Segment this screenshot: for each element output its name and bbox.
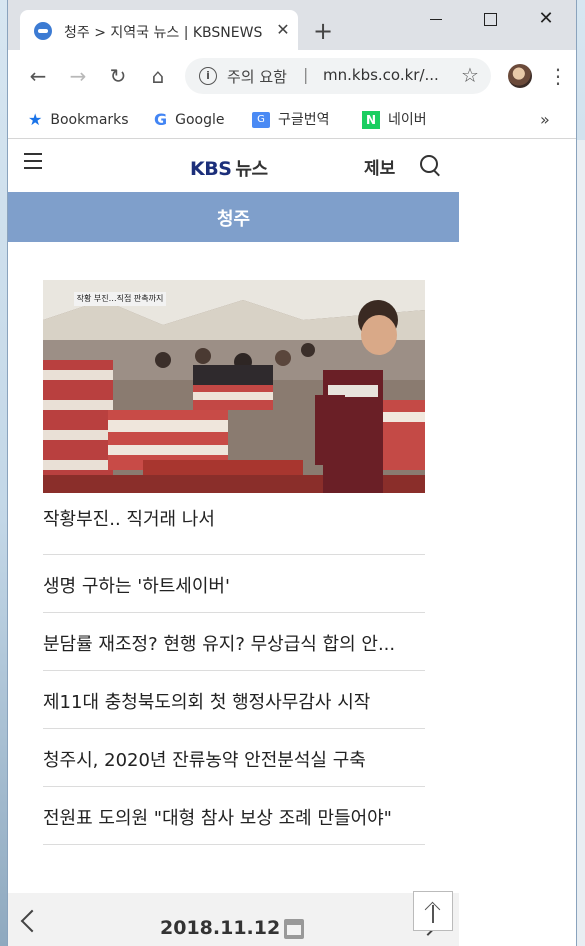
minimize-button[interactable] [416, 6, 456, 32]
kbs-news-logo[interactable]: KBS 뉴스 [190, 155, 268, 181]
new-tab-button[interactable]: + [310, 18, 336, 44]
star-icon: ★ [28, 110, 43, 129]
active-tab[interactable]: 청주 > 지역국 뉴스 | KBSNEWS ✕ [20, 10, 298, 50]
maximize-button[interactable] [470, 6, 510, 32]
current-date: 2018.11.12 [160, 917, 281, 939]
address-bar[interactable]: i 주의 요함 | mn.kbs.co.kr/... ☆ [185, 58, 491, 94]
previous-date-arrow-icon[interactable] [20, 909, 44, 933]
region-title: 청주 [216, 209, 251, 230]
google-icon: G [154, 110, 168, 129]
divider [43, 670, 425, 671]
kbs-favicon-icon [34, 22, 52, 40]
bookmark-google[interactable]: G Google [154, 108, 225, 132]
site-header: KBS 뉴스 제보 [8, 139, 459, 192]
tab-title: 청주 > 지역국 뉴스 | KBSNEWS [64, 25, 263, 40]
minimize-icon [430, 19, 442, 20]
logo-suffix: 뉴스 [235, 159, 268, 180]
forward-button[interactable]: → [64, 62, 92, 90]
maximize-icon [483, 13, 497, 26]
url-text[interactable]: mn.kbs.co.kr/... [323, 66, 451, 84]
bookmark-google-translate[interactable]: G 구글번역 [252, 108, 330, 132]
photo-caption: 작황 부진…직접 판촉까지 [74, 292, 166, 306]
scroll-to-top-button[interactable] [413, 891, 453, 931]
report-link[interactable]: 제보 [364, 154, 395, 179]
news-list-item[interactable]: 청주시, 2020년 잔류농약 안전분석실 구축 [43, 746, 425, 772]
profile-avatar[interactable] [508, 64, 532, 88]
naver-icon: N [362, 111, 380, 129]
bookmark-naver[interactable]: N 네이버 [362, 108, 427, 132]
logo-text: KBS [190, 158, 232, 180]
window-close-button[interactable]: ✕ [526, 6, 566, 32]
security-warning: 주의 요함 [227, 68, 287, 86]
hamburger-menu-icon[interactable] [24, 153, 42, 169]
background-window-edge [575, 140, 585, 946]
news-list-item[interactable]: 분담률 재조정? 현행 유지? 무상급식 합의 안... [43, 630, 425, 656]
news-list-item[interactable]: 제11대 충청북도의회 첫 행정사무감사 시작 [43, 688, 425, 714]
divider [43, 844, 425, 845]
browser-toolbar: ← → ↻ ⌂ i 주의 요함 | mn.kbs.co.kr/... ☆ ⋮ [8, 50, 576, 102]
bookmark-label: Google [175, 112, 225, 128]
home-button[interactable]: ⌂ [144, 62, 172, 90]
bookmark-bookmarks[interactable]: ★ Bookmarks [28, 108, 129, 132]
market-scene-image [43, 280, 425, 493]
tab-strip: 청주 > 지역국 뉴스 | KBSNEWS ✕ + ✕ [8, 0, 576, 50]
featured-headline[interactable]: 작황부진.. 직거래 나서 [43, 505, 425, 531]
browser-window: 청주 > 지역국 뉴스 | KBSNEWS ✕ + ✕ ← → ↻ ⌂ i 주의… [8, 0, 576, 946]
google-translate-icon: G [252, 112, 270, 128]
browser-menu-icon[interactable]: ⋮ [548, 62, 568, 90]
search-icon[interactable] [420, 155, 438, 173]
bookmark-star-icon[interactable]: ☆ [461, 63, 479, 87]
reload-button[interactable]: ↻ [104, 62, 132, 90]
page-content: KBS 뉴스 제보 청주 작황 부진…직접 판촉까지 작황부진.. 직거래 나서… [8, 139, 576, 946]
address-separator: | [303, 65, 309, 84]
divider [43, 554, 425, 555]
news-list-item[interactable]: 전원표 도의원 "대형 참사 보상 조례 만들어야" [43, 804, 425, 830]
divider [43, 612, 425, 613]
date-navigation: 2018.11.12 [8, 893, 459, 946]
featured-news-photo[interactable]: 작황 부진…직접 판촉까지 [43, 280, 425, 493]
mobile-site: KBS 뉴스 제보 청주 작황 부진…직접 판촉까지 작황부진.. 직거래 나서… [8, 139, 459, 946]
divider [43, 728, 425, 729]
region-bar: 청주 [8, 192, 459, 242]
close-tab-icon[interactable]: ✕ [274, 20, 292, 40]
back-button[interactable]: ← [24, 62, 52, 90]
bookmarks-bar: ★ Bookmarks G Google G 구글번역 N 네이버 » [8, 102, 576, 139]
bookmarks-overflow-button[interactable]: » [540, 108, 550, 132]
calendar-icon[interactable] [284, 919, 304, 939]
bookmark-label: Bookmarks [50, 112, 129, 128]
info-icon[interactable]: i [199, 67, 217, 85]
bookmark-label: 네이버 [388, 112, 427, 128]
divider [43, 786, 425, 787]
bookmark-label: 구글번역 [278, 112, 330, 128]
page-blank-area [459, 139, 576, 946]
news-list-item[interactable]: 생명 구하는 '하트세이버' [43, 572, 425, 598]
